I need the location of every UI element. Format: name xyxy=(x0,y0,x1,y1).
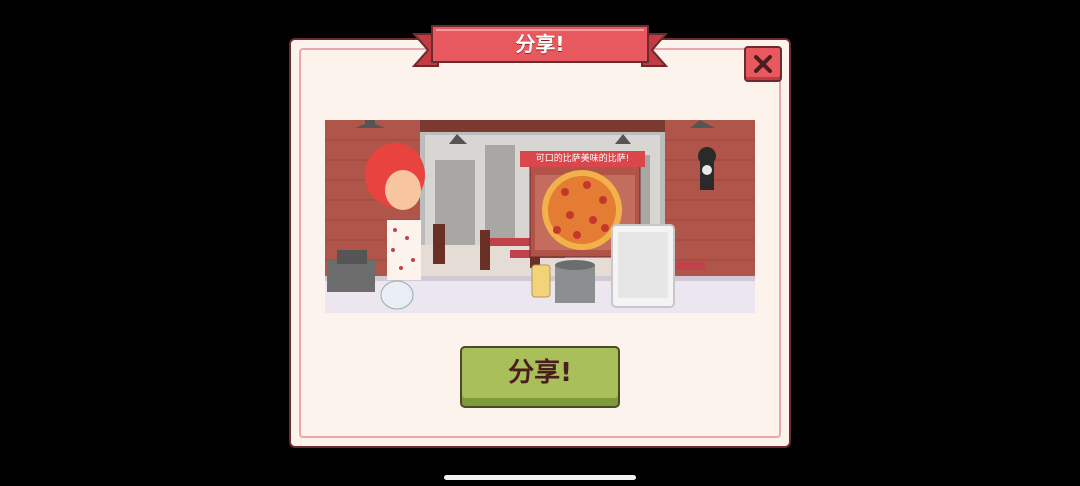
dialog-title: 分享! xyxy=(515,32,565,56)
share-button-label: 分享! xyxy=(508,358,572,388)
scene-banner-text: 可口的比萨美味的比萨! xyxy=(535,154,630,164)
share-button[interactable]: 分享! xyxy=(460,346,620,408)
home-indicator[interactable] xyxy=(444,475,636,480)
close-icon xyxy=(754,55,772,73)
close-button[interactable] xyxy=(744,46,782,82)
pizzeria-scene-image xyxy=(325,120,755,313)
